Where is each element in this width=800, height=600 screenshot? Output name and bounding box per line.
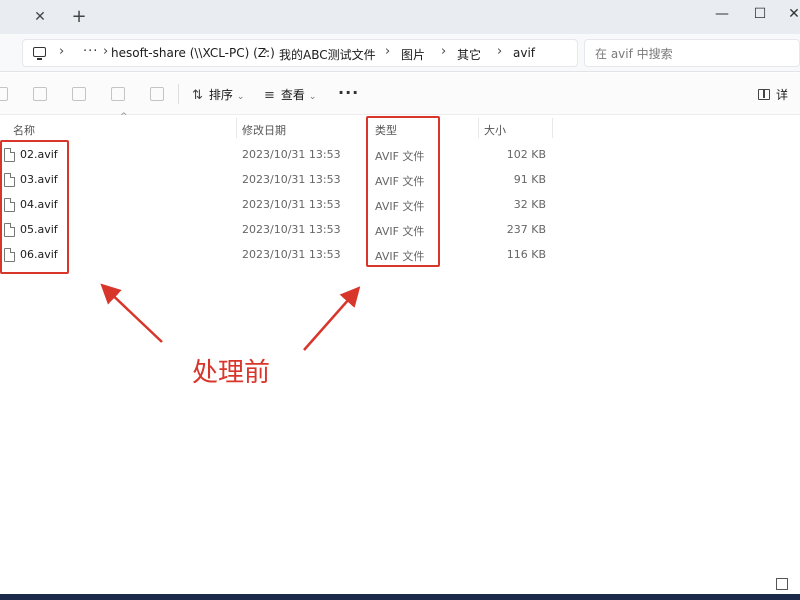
annotation-box-names (0, 140, 69, 274)
file-row[interactable]: 06.avif 2023/10/31 13:53 AVIF 文件 116 KB (0, 243, 560, 268)
sort-ascending-icon: ^ (120, 112, 128, 122)
column-divider[interactable] (552, 118, 553, 138)
file-size: 91 KB (513, 173, 546, 186)
tab-close-icon[interactable]: ✕ (32, 9, 48, 25)
sort-icon: ⇅ (192, 88, 203, 103)
copy-icon[interactable] (33, 87, 47, 101)
chevron-right-icon[interactable]: › (497, 44, 502, 59)
details-view-icon[interactable] (776, 578, 788, 590)
window-close-icon[interactable]: ✕ (782, 5, 800, 23)
view-icon: ≡ (264, 88, 275, 103)
share-icon[interactable] (111, 87, 125, 101)
command-bar: ⇅ 排序 ⌄ ≡ 查看 ⌄ ··· 详 (0, 73, 800, 115)
taskbar (0, 594, 800, 600)
column-header-name[interactable]: 名称 (13, 122, 35, 138)
file-row[interactable]: 05.avif 2023/10/31 13:53 AVIF 文件 237 KB (0, 218, 560, 243)
annotation-label: 处理前 (192, 358, 271, 388)
file-row[interactable]: 03.avif 2023/10/31 13:53 AVIF 文件 91 KB (0, 168, 560, 193)
breadcrumb-folder-abc[interactable]: 我的ABC测试文件 (279, 46, 376, 63)
chevron-down-icon: ⌄ (308, 92, 317, 102)
column-header-date[interactable]: 修改日期 (242, 122, 286, 138)
file-row[interactable]: 04.avif 2023/10/31 13:53 AVIF 文件 32 KB (0, 193, 560, 218)
details-pane-label: 详 (776, 88, 789, 102)
arrow-right (303, 286, 361, 351)
file-size: 32 KB (513, 198, 546, 211)
breadcrumb-folder-other[interactable]: 其它 (457, 46, 481, 63)
arrow-left (100, 283, 163, 343)
file-size: 237 KB (506, 223, 546, 236)
chevron-right-icon[interactable]: › (59, 44, 64, 59)
details-pane-icon (758, 89, 770, 100)
chevron-right-icon[interactable]: › (263, 44, 268, 59)
cut-icon[interactable] (0, 87, 8, 101)
address-bar[interactable]: › ··· › hesoft-share (\\XCL-PC) (Z:) › 我… (22, 39, 578, 67)
delete-icon[interactable] (150, 87, 164, 101)
file-date: 2023/10/31 13:53 (242, 248, 341, 261)
annotation-box-types (366, 116, 440, 267)
chevron-down-icon: ⌄ (236, 92, 245, 102)
details-pane-button[interactable]: 详 (758, 85, 788, 105)
paste-icon[interactable] (72, 87, 86, 101)
sort-label: 排序 (208, 88, 233, 102)
breadcrumb-folder-images[interactable]: 图片 (401, 46, 425, 63)
breadcrumb-overflow[interactable]: ··· (83, 44, 98, 59)
file-size: 102 KB (506, 148, 546, 161)
breadcrumb-folder-avif[interactable]: avif (513, 46, 535, 60)
chevron-right-icon[interactable]: › (441, 44, 446, 59)
toolbar-divider (178, 84, 179, 104)
maximize-icon[interactable]: ☐ (748, 5, 772, 23)
breadcrumb-drive[interactable]: hesoft-share (\\XCL-PC) (Z:) (111, 46, 275, 60)
file-size: 116 KB (506, 248, 546, 261)
file-date: 2023/10/31 13:53 (242, 173, 341, 186)
chevron-right-icon[interactable]: › (103, 44, 108, 59)
view-button[interactable]: ≡ 查看 ⌄ (264, 85, 316, 105)
column-divider[interactable] (478, 118, 479, 138)
view-label: 查看 (280, 88, 305, 102)
column-header-size[interactable]: 大小 (484, 122, 506, 138)
search-input[interactable] (595, 45, 795, 62)
this-pc-icon[interactable] (33, 47, 46, 60)
file-date: 2023/10/31 13:53 (242, 198, 341, 211)
minimize-icon[interactable]: — (710, 5, 734, 23)
new-tab-icon[interactable]: + (70, 8, 88, 26)
address-row: › ··· › hesoft-share (\\XCL-PC) (Z:) › 我… (0, 34, 800, 72)
title-bar: ✕ + — ☐ ✕ (0, 0, 800, 34)
chevron-right-icon[interactable]: › (385, 44, 390, 59)
search-box[interactable] (584, 39, 800, 67)
sort-button[interactable]: ⇅ 排序 ⌄ (192, 85, 244, 105)
file-date: 2023/10/31 13:53 (242, 148, 341, 161)
file-date: 2023/10/31 13:53 (242, 223, 341, 236)
column-divider[interactable] (236, 118, 237, 138)
more-options-button[interactable]: ··· (338, 83, 359, 102)
file-row[interactable]: 02.avif 2023/10/31 13:53 AVIF 文件 102 KB (0, 143, 560, 168)
